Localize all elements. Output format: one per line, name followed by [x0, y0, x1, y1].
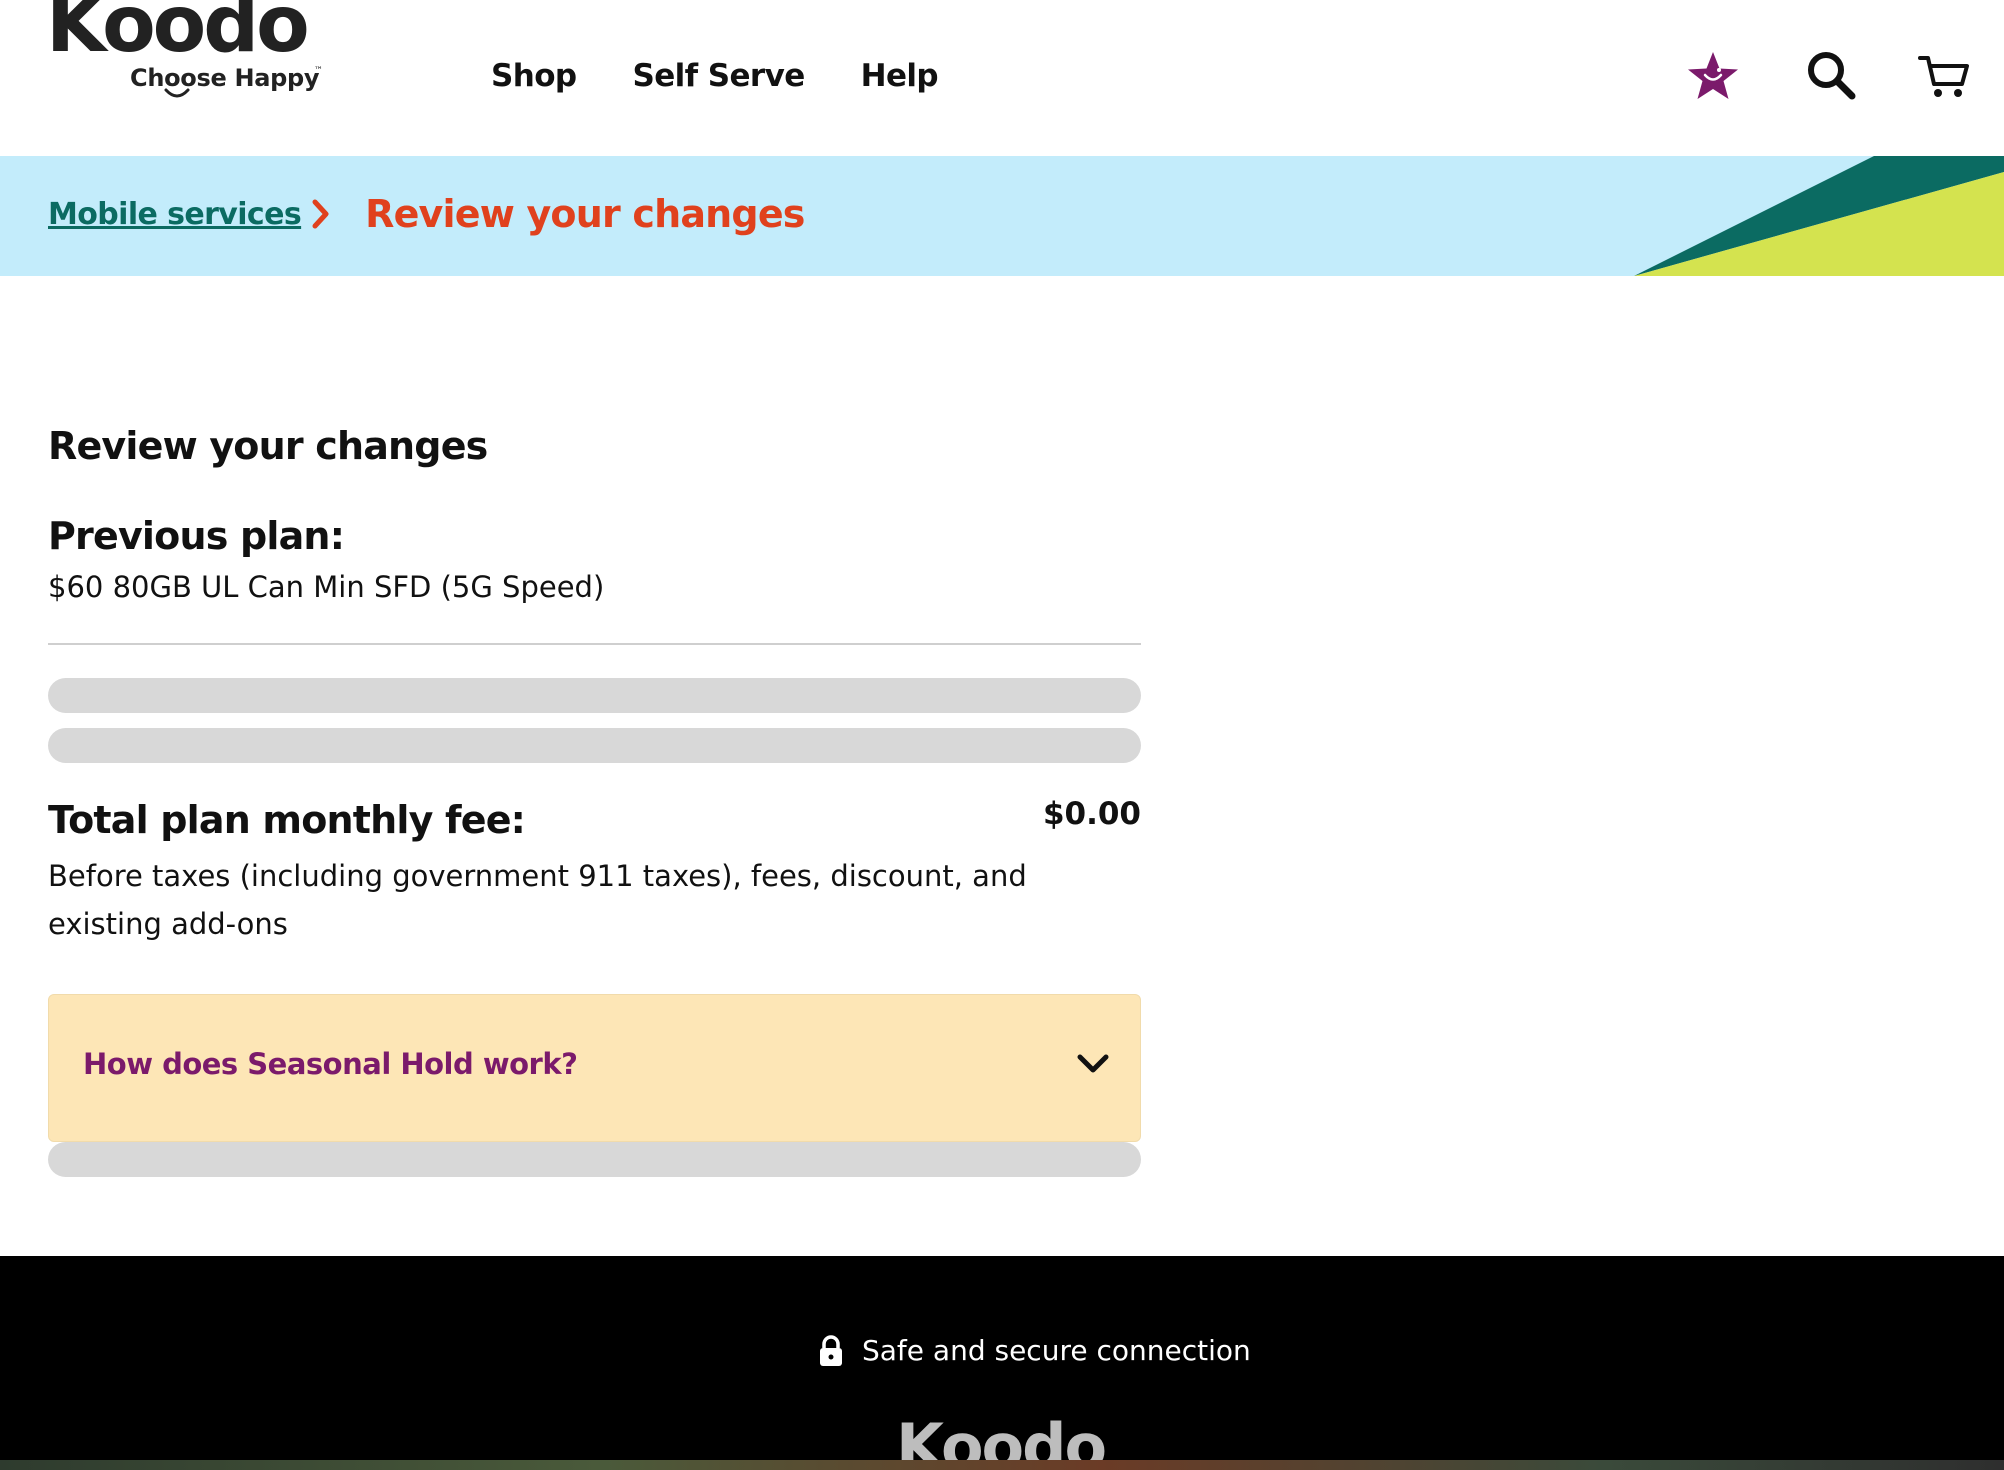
chevron-down-icon [1077, 1054, 1109, 1073]
seasonal-hold-accordion[interactable]: How does Seasonal Hold work? [48, 994, 1141, 1142]
nav-self-serve[interactable]: Self Serve [632, 58, 805, 94]
chevron-right-icon [312, 199, 329, 229]
divider [48, 643, 1141, 645]
logo-wordmark: Koodo [46, 0, 310, 70]
secure-connection: Safe and secure connection [818, 1334, 1251, 1367]
main-nav: Shop Self Serve Help [491, 58, 939, 94]
nav-help[interactable]: Help [861, 58, 939, 94]
logo-smile-icon [164, 88, 190, 98]
total-fee-value: $0.00 [1042, 796, 1141, 832]
registered-mark: ® [264, 14, 275, 27]
accordion-title: How does Seasonal Hold work? [83, 1047, 578, 1081]
site-footer: Safe and secure connection Koodo [0, 1256, 2004, 1470]
nav-shop[interactable]: Shop [491, 58, 577, 94]
previous-plan-heading: Previous plan: [48, 514, 345, 558]
koodo-logo[interactable]: Koodo ® Choose Happy ™ [46, 0, 346, 110]
search-icon[interactable] [1806, 50, 1856, 100]
breadcrumb-band: Mobile services Review your changes [0, 156, 2004, 276]
loading-placeholder [48, 678, 1141, 713]
loading-placeholder [48, 728, 1141, 763]
total-fee-heading: Total plan monthly fee: [48, 798, 526, 842]
decorative-shapes [1634, 156, 2004, 276]
secure-connection-text: Safe and secure connection [862, 1334, 1251, 1367]
trademark-mark: ™ [314, 66, 323, 76]
breadcrumb-mobile-services[interactable]: Mobile services [48, 197, 302, 232]
page: Koodo ® Choose Happy ™ Shop Self Serve H… [0, 0, 2004, 1470]
loading-placeholder [48, 1142, 1141, 1177]
previous-plan-value: $60 80GB UL Can Min SFD (5G Speed) [48, 570, 605, 604]
logo-tagline: Choose Happy [130, 64, 320, 92]
page-title: Review your changes [48, 424, 488, 468]
total-fee-description: Before taxes (including government 911 t… [48, 859, 1027, 941]
breadcrumb-current: Review your changes [365, 192, 805, 236]
site-header: Koodo ® Choose Happy ™ Shop Self Serve H… [0, 0, 2004, 156]
perks-star-icon[interactable] [1686, 50, 1740, 102]
breadcrumb: Mobile services Review your changes [48, 192, 805, 236]
lock-icon [820, 1334, 842, 1366]
cart-icon[interactable] [1918, 54, 1970, 100]
footer-image-strip [0, 1460, 2004, 1470]
